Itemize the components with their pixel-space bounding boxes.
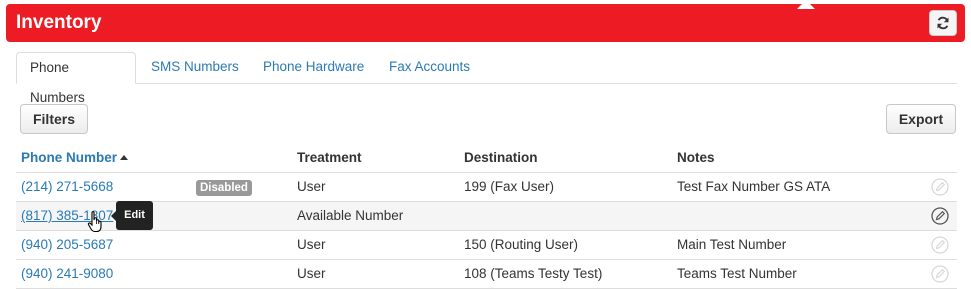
- notes-cell: Teams Test Number: [677, 266, 797, 281]
- phone-number-link[interactable]: (940) 241-9080: [21, 266, 113, 281]
- status-badge: Disabled: [196, 180, 252, 196]
- treatment-cell: User: [297, 237, 326, 252]
- edit-pencil-icon[interactable]: [931, 265, 949, 283]
- destination-cell: 108 (Teams Testy Test): [464, 266, 603, 281]
- sort-ascending-icon: [120, 155, 129, 160]
- tab-bar: Phone Numbers SMS Numbers Phone Hardware…: [16, 52, 957, 105]
- notes-cell: Test Fax Number GS ATA: [677, 179, 831, 194]
- edit-pencil-icon[interactable]: [931, 178, 949, 196]
- column-header-notes: Notes: [677, 150, 715, 165]
- tab-fax-accounts[interactable]: Fax Accounts: [376, 52, 483, 83]
- tab-phone-hardware[interactable]: Phone Hardware: [250, 52, 377, 83]
- notes-cell: Main Test Number: [677, 237, 787, 252]
- edit-pencil-icon[interactable]: [931, 236, 949, 254]
- edit-pencil-icon[interactable]: [931, 207, 949, 225]
- column-header-treatment: Treatment: [297, 150, 362, 165]
- destination-cell: 199 (Fax User): [464, 179, 555, 194]
- refresh-icon: [937, 16, 949, 30]
- filters-button[interactable]: Filters: [20, 104, 88, 134]
- column-header-destination: Destination: [464, 150, 538, 165]
- tab-phone-numbers[interactable]: Phone Numbers: [16, 52, 136, 105]
- tooltip-text: Edit: [124, 209, 145, 221]
- tab-sms-numbers[interactable]: SMS Numbers: [138, 52, 252, 83]
- column-header-phone-number[interactable]: Phone Number: [21, 143, 129, 172]
- table-row: (214) 271-5668 Disabled User 199 (Fax Us…: [16, 173, 957, 202]
- export-button[interactable]: Export: [886, 104, 956, 134]
- phone-numbers-table: Phone Number Treatment Destination Notes…: [16, 143, 957, 289]
- inventory-header: Inventory: [6, 4, 965, 42]
- table-header-row: Phone Number Treatment Destination Notes: [16, 143, 957, 173]
- phone-number-link[interactable]: (940) 205-5687: [21, 237, 113, 252]
- treatment-cell: User: [297, 266, 326, 281]
- table-row: (940) 205-5687 User 150 (Routing User) M…: [16, 231, 957, 260]
- refresh-button[interactable]: [929, 10, 957, 36]
- tooltip-arrow: [111, 211, 116, 221]
- treatment-cell: User: [297, 179, 326, 194]
- edit-tooltip: Edit: [111, 201, 153, 230]
- hand-pointer-icon: [87, 211, 102, 233]
- page-title: Inventory: [16, 12, 102, 33]
- destination-cell: 150 (Routing User): [464, 237, 579, 252]
- treatment-cell: Available Number: [297, 208, 404, 223]
- header-notch: [797, 0, 815, 9]
- phone-number-link[interactable]: (214) 271-5668: [21, 179, 113, 194]
- table-row: (940) 241-9080 User 108 (Teams Testy Tes…: [16, 260, 957, 289]
- table-row: (817) 385-1807 Available Number: [16, 202, 957, 231]
